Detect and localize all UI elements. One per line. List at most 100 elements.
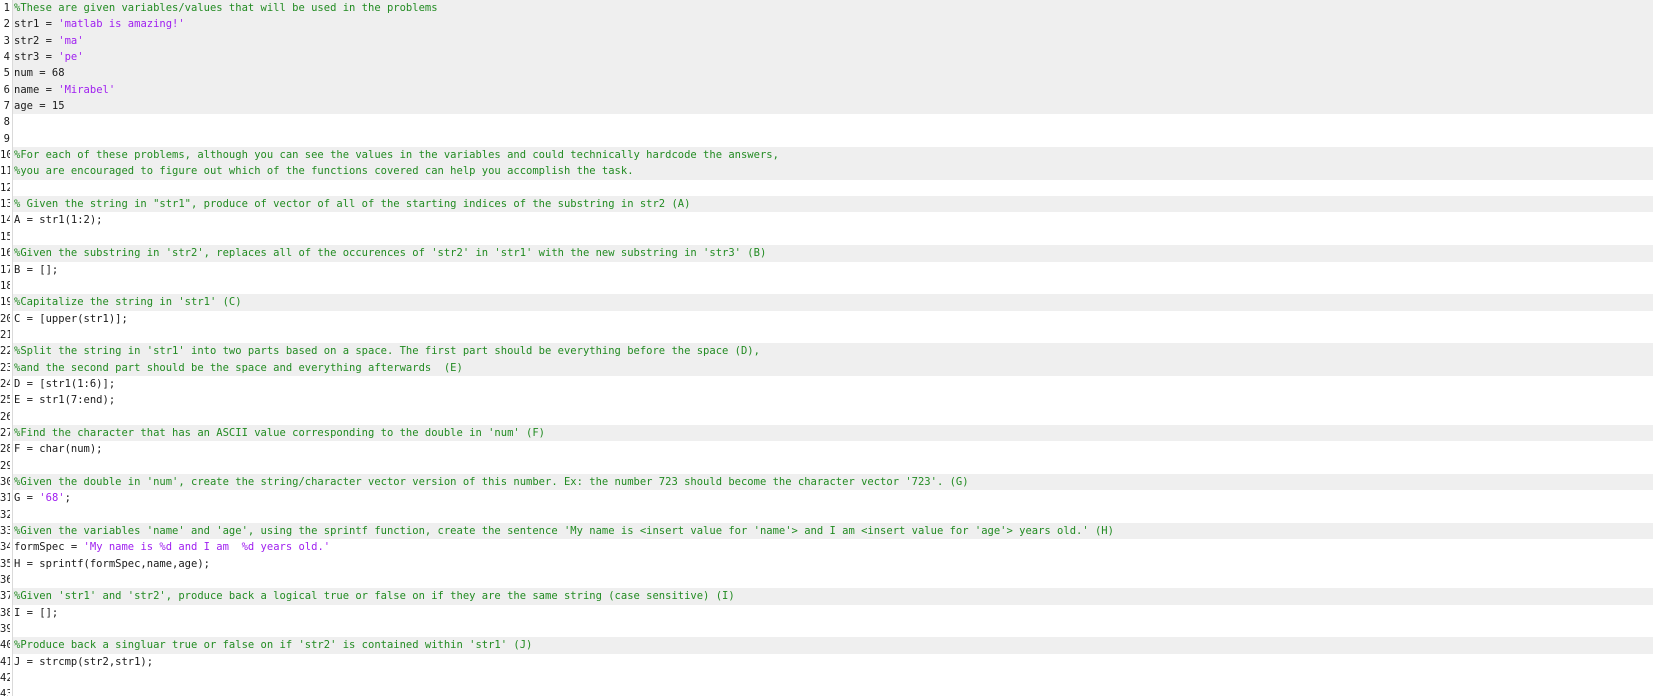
- code-line[interactable]: 17 B = [];: [0, 261, 1658, 278]
- code-content[interactable]: str1 = 'matlab is amazing!': [14, 16, 1658, 32]
- code-content[interactable]: %Given the variables 'name' and 'age', u…: [14, 523, 1658, 539]
- comment-token: %Given 'str1' and 'str2', produce back a…: [14, 590, 735, 603]
- code-line[interactable]: 2 str1 = 'matlab is amazing!': [0, 16, 1658, 33]
- code-line[interactable]: 10 %For each of these problems, although …: [0, 147, 1658, 164]
- gutter-divider: [12, 326, 13, 344]
- code-line[interactable]: 22 %Split the string in 'str1' into two p…: [0, 343, 1658, 360]
- code-content[interactable]: %you are encouraged to figure out which …: [14, 163, 1658, 179]
- comment-token: %you are encouraged to figure out which …: [14, 165, 634, 178]
- code-line[interactable]: 21: [0, 326, 1658, 344]
- code-line[interactable]: 19 %Capitalize the string in 'str1' (C): [0, 294, 1658, 311]
- gutter-divider: [12, 408, 13, 425]
- code-line[interactable]: 23 %and the second part should be the spa…: [0, 359, 1658, 376]
- code-line[interactable]: 25 E = str1(7:end);: [0, 392, 1658, 409]
- code-content[interactable]: E = str1(7:end);: [14, 392, 1658, 408]
- code-line[interactable]: 7 age = 15: [0, 98, 1658, 115]
- code-line[interactable]: 18: [0, 277, 1658, 295]
- code-token: E = str1(7:end);: [14, 394, 116, 407]
- gutter-divider: [12, 392, 13, 409]
- code-line[interactable]: 40 %Produce back a singluar true or false…: [0, 637, 1658, 654]
- code-content[interactable]: F = char(num);: [14, 441, 1658, 457]
- line-number: 6: [3, 83, 10, 96]
- code-content[interactable]: %These are given variables/values that w…: [14, 0, 1658, 16]
- code-content[interactable]: %Split the string in 'str1' into two par…: [14, 343, 1658, 359]
- code-content[interactable]: % Given the string in "str1", produce of…: [14, 196, 1658, 212]
- code-content[interactable]: D = [str1(1:6)];: [14, 376, 1658, 392]
- code-content[interactable]: %Given 'str1' and 'str2', produce back a…: [14, 588, 1658, 604]
- code-content[interactable]: str3 = 'pe': [14, 49, 1658, 65]
- code-line[interactable]: 32: [0, 506, 1658, 523]
- line-number: 30: [0, 475, 10, 488]
- code-content[interactable]: %Given the double in 'num', create the s…: [14, 474, 1658, 490]
- code-line[interactable]: 4 str3 = 'pe': [0, 49, 1658, 66]
- code-content[interactable]: %and the second part should be the space…: [14, 360, 1658, 376]
- code-line[interactable]: 36: [0, 572, 1658, 589]
- code-content[interactable]: I = [];: [14, 605, 1658, 621]
- code-line[interactable]: 38 I = [];: [0, 604, 1658, 622]
- code-line[interactable]: 33 %Given the variables 'name' and 'age',…: [0, 523, 1658, 540]
- code-content[interactable]: %Given the substring in 'str2', replaces…: [14, 245, 1658, 261]
- gutter-divider: [12, 506, 13, 523]
- code-token: str1 =: [14, 18, 59, 31]
- code-line[interactable]: 15: [0, 228, 1658, 246]
- code-line[interactable]: 37 %Given 'str1' and 'str2', produce back…: [0, 588, 1658, 605]
- code-content[interactable]: %Capitalize the string in 'str1' (C): [14, 294, 1658, 310]
- line-number: 28: [0, 443, 10, 456]
- code-line[interactable]: 1 %These are given variables/values that …: [0, 0, 1658, 17]
- code-line[interactable]: 34 formSpec = 'My name is %d and I am %d …: [0, 539, 1658, 556]
- code-line[interactable]: 8: [0, 114, 1658, 131]
- code-content[interactable]: name = 'Mirabel': [14, 82, 1658, 98]
- code-token: I = [];: [14, 606, 59, 619]
- code-content[interactable]: C = [upper(str1)];: [14, 311, 1658, 327]
- code-line[interactable]: 35 H = sprintf(formSpec,name,age);: [0, 555, 1658, 573]
- code-line[interactable]: 26: [0, 408, 1658, 425]
- code-line[interactable]: 29: [0, 457, 1658, 474]
- gutter-divider: [12, 621, 13, 638]
- code-line[interactable]: 28 F = char(num);: [0, 441, 1658, 458]
- line-number: 26: [0, 410, 10, 423]
- code-line[interactable]: 9: [0, 130, 1658, 148]
- code-line[interactable]: 3 str2 = 'ma': [0, 32, 1658, 50]
- gutter-divider: [12, 294, 13, 311]
- code-line[interactable]: 41 J = strcmp(str2,str1);: [0, 653, 1658, 671]
- code-content[interactable]: num = 68: [14, 65, 1658, 81]
- code-token: C = [upper(str1)];: [14, 312, 128, 325]
- code-content[interactable]: str2 = 'ma': [14, 33, 1658, 49]
- code-line[interactable]: 31 G = '68';: [0, 490, 1658, 507]
- code-line[interactable]: 6 name = 'Mirabel': [0, 81, 1658, 99]
- code-content[interactable]: B = [];: [14, 262, 1658, 278]
- code-line[interactable]: 14 A = str1(1:2);: [0, 212, 1658, 229]
- code-line[interactable]: 27 %Find the character that has an ASCII …: [0, 424, 1658, 442]
- string-token: 'matlab is amazing!': [58, 18, 185, 31]
- code-line[interactable]: 11 %you are encouraged to figure out whic…: [0, 163, 1658, 180]
- line-number: 41: [0, 655, 10, 668]
- line-number: 34: [0, 541, 10, 554]
- code-content[interactable]: J = strcmp(str2,str1);: [14, 654, 1658, 670]
- line-number: 11: [0, 165, 10, 178]
- code-line[interactable]: 42: [0, 670, 1658, 687]
- code-token: str3 =: [14, 51, 59, 64]
- code-content[interactable]: formSpec = 'My name is %d and I am %d ye…: [14, 539, 1658, 555]
- line-number: 43: [0, 688, 10, 696]
- code-line[interactable]: 24 D = [str1(1:6)];: [0, 375, 1658, 393]
- line-number: 18: [0, 279, 10, 292]
- code-editor[interactable]: 1 %These are given variables/values that …: [0, 0, 1658, 696]
- code-content[interactable]: %Produce back a singluar true or false o…: [14, 637, 1658, 653]
- code-line[interactable]: 5 num = 68: [0, 65, 1658, 82]
- code-content[interactable]: H = sprintf(formSpec,name,age);: [14, 556, 1658, 572]
- code-line[interactable]: 30 %Given the double in 'num', create the…: [0, 473, 1658, 491]
- code-content[interactable]: age = 15: [14, 98, 1658, 114]
- code-line[interactable]: 13 % Given the string in "str1", produce …: [0, 196, 1658, 213]
- code-line[interactable]: 20 C = [upper(str1)];: [0, 310, 1658, 327]
- code-line[interactable]: 12: [0, 179, 1658, 197]
- code-content[interactable]: %For each of these problems, although yo…: [14, 147, 1658, 163]
- code-content[interactable]: %Find the character that has an ASCII va…: [14, 425, 1658, 441]
- code-content[interactable]: A = str1(1:2);: [14, 212, 1658, 228]
- code-content[interactable]: G = '68';: [14, 490, 1658, 506]
- code-line[interactable]: 43: [0, 686, 1658, 696]
- line-number: 15: [0, 230, 10, 243]
- comment-token: %For each of these problems, although yo…: [14, 149, 779, 162]
- code-line[interactable]: 16 %Given the substring in 'str2', replac…: [0, 245, 1658, 262]
- line-number: 27: [0, 426, 10, 439]
- code-line[interactable]: 39: [0, 621, 1658, 638]
